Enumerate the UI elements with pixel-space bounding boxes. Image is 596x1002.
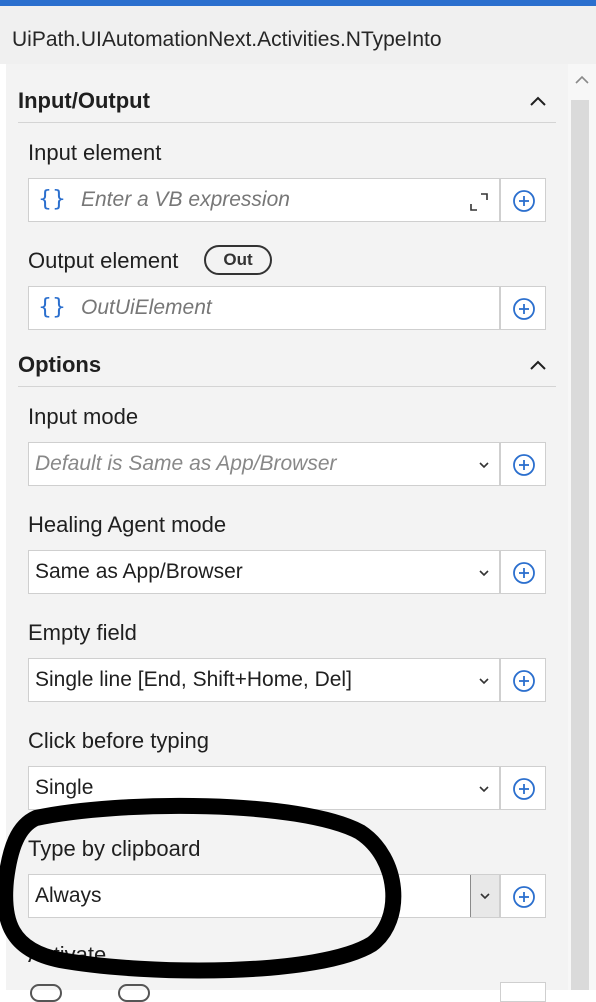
- input-mode-dropdown[interactable]: Default is Same as App/Browser: [28, 442, 500, 486]
- input-element-field[interactable]: {} Enter a VB expression: [28, 178, 500, 222]
- click-before-typing-dropdown[interactable]: Single: [28, 766, 500, 810]
- chevron-up-icon[interactable]: [526, 90, 550, 114]
- out-badge: Out: [204, 245, 272, 275]
- section-input-output[interactable]: Input/Output: [18, 82, 556, 123]
- plus-circle-icon: [513, 454, 535, 476]
- click-before-typing-label: Click before typing: [28, 728, 209, 753]
- chevron-down-icon[interactable]: [470, 875, 499, 917]
- empty-field-plus-button[interactable]: [500, 658, 546, 702]
- section-title-options: Options: [18, 352, 102, 377]
- output-element-label: Output element: [28, 248, 179, 273]
- click-before-typing-value: Single: [35, 776, 94, 799]
- type-by-clipboard-label: Type by clipboard: [28, 836, 201, 861]
- activity-title: UiPath.UIAutomationNext.Activities.NType…: [12, 28, 442, 51]
- chevron-down-icon: [477, 782, 491, 796]
- empty-field-label: Empty field: [28, 620, 137, 645]
- plus-circle-icon: [513, 562, 535, 584]
- plus-circle-icon: [513, 778, 535, 800]
- input-element-placeholder: Enter a VB expression: [81, 188, 290, 211]
- output-element-value: OutUiElement: [81, 296, 212, 319]
- output-element-field[interactable]: {} OutUiElement: [28, 286, 500, 330]
- type-by-clipboard-dropdown[interactable]: Always: [28, 874, 500, 918]
- scroll-up-icon[interactable]: [572, 70, 592, 90]
- activate-toggle-off[interactable]: [30, 984, 62, 1002]
- healing-agent-mode-label: Healing Agent mode: [28, 512, 227, 537]
- input-mode-label: Input mode: [28, 404, 139, 429]
- expand-editor-icon[interactable]: [469, 192, 489, 212]
- type-by-clipboard-value: Always: [35, 884, 102, 907]
- chevron-down-icon: [477, 566, 491, 580]
- section-title-input-output: Input/Output: [18, 88, 150, 113]
- input-mode-plus-button[interactable]: [500, 442, 546, 486]
- section-options[interactable]: Options: [18, 346, 556, 387]
- empty-field-dropdown[interactable]: Single line [End, Shift+Home, Del]: [28, 658, 500, 702]
- input-element-plus-button[interactable]: [500, 178, 546, 222]
- scrollbar-thumb[interactable]: [571, 100, 589, 990]
- activate-toggle-on[interactable]: [118, 984, 150, 1002]
- plus-circle-icon: [513, 298, 535, 320]
- healing-agent-mode-value: Same as App/Browser: [35, 560, 243, 583]
- activity-header: UiPath.UIAutomationNext.Activities.NType…: [0, 6, 596, 64]
- plus-circle-icon: [513, 190, 535, 212]
- chevron-down-icon: [477, 458, 491, 472]
- activate-label: Activate: [28, 942, 107, 967]
- type-by-clipboard-plus-button[interactable]: [500, 874, 546, 918]
- input-mode-value: Default is Same as App/Browser: [35, 452, 337, 475]
- activate-plus-button[interactable]: [500, 982, 546, 1002]
- chevron-down-icon: [477, 674, 491, 688]
- healing-agent-mode-dropdown[interactable]: Same as App/Browser: [28, 550, 500, 594]
- braces-icon: {}: [38, 187, 66, 212]
- click-before-typing-plus-button[interactable]: [500, 766, 546, 810]
- empty-field-value: Single line [End, Shift+Home, Del]: [35, 668, 352, 691]
- braces-icon: {}: [38, 295, 66, 320]
- healing-agent-mode-plus-button[interactable]: [500, 550, 546, 594]
- plus-circle-icon: [513, 886, 535, 908]
- chevron-up-icon[interactable]: [526, 354, 550, 378]
- input-element-label: Input element: [28, 140, 162, 165]
- plus-circle-icon: [513, 670, 535, 692]
- output-element-plus-button[interactable]: [500, 286, 546, 330]
